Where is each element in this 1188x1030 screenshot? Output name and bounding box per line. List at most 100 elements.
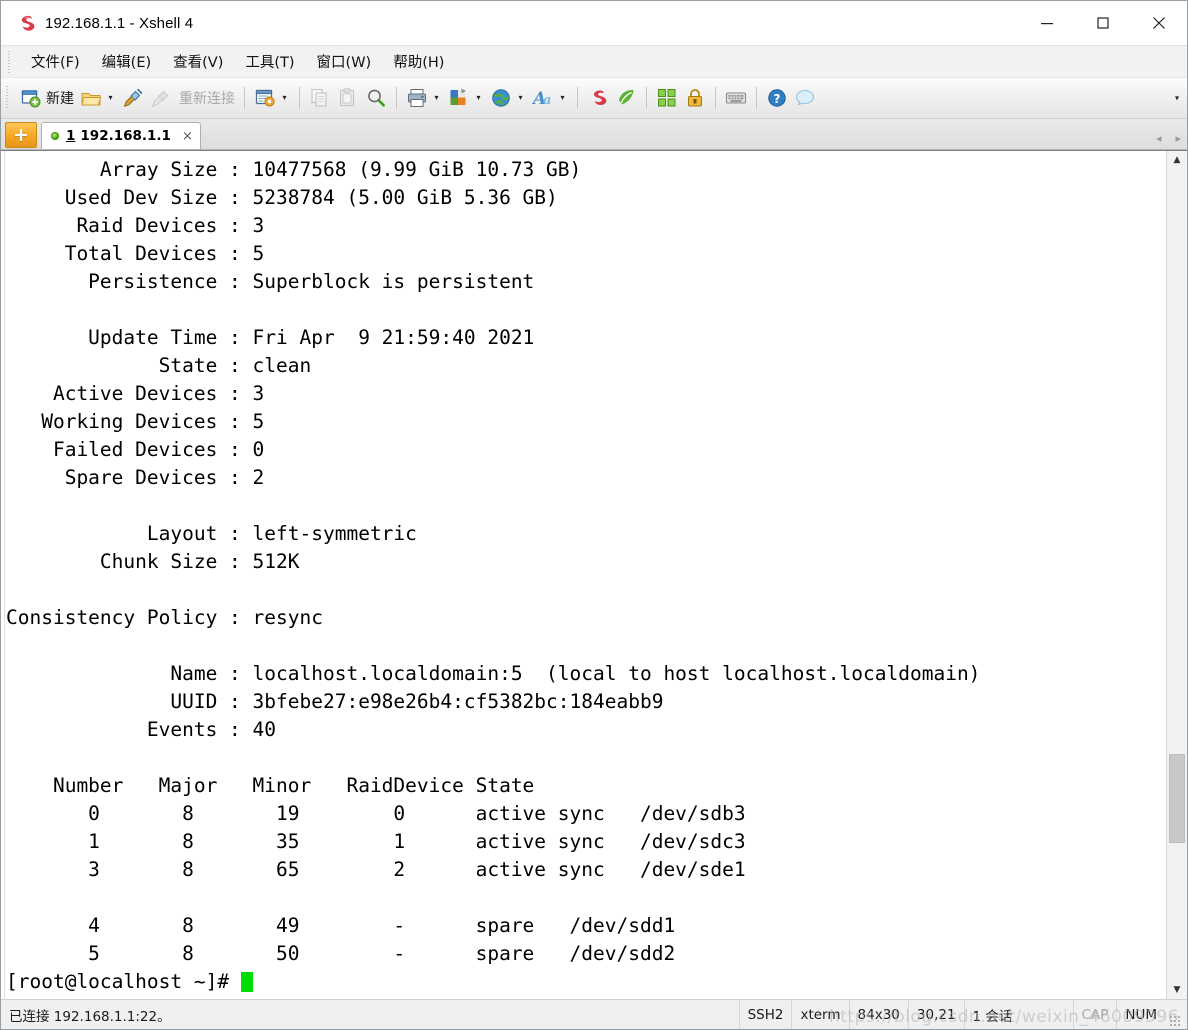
terminal-line: Array Size : 10477568 (9.99 GiB 10.73 GB… <box>6 158 582 181</box>
plug-disconnect-icon <box>150 87 172 109</box>
status-protocol: SSH2 <box>738 1000 792 1029</box>
arrange-button[interactable] <box>653 83 681 113</box>
menu-window[interactable]: 窗口(W) <box>306 47 383 76</box>
new-session-label: 新建 <box>46 91 74 107</box>
tab-strip: + 1 192.168.1.1 × ◂ ▸ <box>1 119 1187 150</box>
toolbar-separator <box>244 87 245 109</box>
terminal-line: 1 8 35 1 active sync /dev/sdc3 <box>6 830 746 853</box>
shell-prompt: [root@localhost ~]# <box>6 970 241 993</box>
toolbar-drag-grip[interactable] <box>5 86 12 110</box>
menu-tools[interactable]: 工具(T) <box>234 47 305 76</box>
connect-button[interactable] <box>119 83 147 113</box>
terminal-line: Working Devices : 5 <box>6 410 265 433</box>
menu-file[interactable]: 文件(F) <box>20 47 91 76</box>
xshell-window: 192.168.1.1 - Xshell 4 文件(F) 编辑(E) 查看(V)… <box>0 0 1188 1030</box>
xshell-logo-icon <box>587 87 609 109</box>
window-resize-grip[interactable] <box>1165 1000 1187 1029</box>
terminal-line: 3 8 65 2 active sync /dev/sde1 <box>6 858 746 881</box>
terminal-line: 0 8 19 0 active sync /dev/sdb3 <box>6 802 746 825</box>
terminal-line: Chunk Size : 512K <box>6 550 300 573</box>
title-bar: 192.168.1.1 - Xshell 4 <box>1 1 1187 45</box>
tab-label: 192.168.1.1 <box>80 128 171 144</box>
paste-button[interactable] <box>334 83 362 113</box>
feedback-button[interactable] <box>791 83 819 113</box>
scrollbar-thumb[interactable] <box>1169 753 1185 843</box>
menu-view[interactable]: 查看(V) <box>162 47 234 76</box>
xshell-logo-icon <box>15 13 35 33</box>
font-caret[interactable]: ▾ <box>557 94 568 102</box>
print-button[interactable]: ▾ <box>403 83 445 113</box>
menu-drag-grip[interactable] <box>7 50 14 73</box>
color-scheme-caret[interactable]: ▾ <box>473 94 484 102</box>
toolbar-overflow-button[interactable]: ▾ <box>1175 94 1179 103</box>
maximize-button[interactable] <box>1075 1 1131 45</box>
minimize-button[interactable] <box>1019 1 1075 45</box>
menu-edit[interactable]: 编辑(E) <box>91 47 162 76</box>
terminal-line: UUID : 3bfebe27:e98e26b4:cf5382bc:184eab… <box>6 690 664 713</box>
scrollbar-track[interactable] <box>1167 169 1187 981</box>
print-caret[interactable]: ▾ <box>431 94 442 102</box>
keyboard-button[interactable] <box>722 83 750 113</box>
tab-index: 1 <box>66 128 76 144</box>
xshell-button[interactable] <box>584 83 612 113</box>
session-properties-caret[interactable]: ▾ <box>279 94 290 102</box>
font-button[interactable]: A a ▾ <box>529 83 571 113</box>
terminal-line: 5 8 50 - spare /dev/sdd2 <box>6 942 676 965</box>
terminal-line: Used Dev Size : 5238784 (5.00 GiB 5.36 G… <box>6 186 558 209</box>
terminal-line: Events : 40 <box>6 718 277 741</box>
svg-text:a: a <box>543 93 551 108</box>
font-a-icon: A a <box>532 87 554 109</box>
tab-scroll-nav: ◂ ▸ <box>1156 133 1181 144</box>
menu-help[interactable]: 帮助(H) <box>382 47 455 76</box>
terminal-cursor <box>240 972 253 992</box>
palette-icon <box>448 87 470 109</box>
paste-icon <box>337 87 359 109</box>
color-scheme-button[interactable]: ▾ <box>445 83 487 113</box>
folder-open-icon <box>80 87 102 109</box>
reconnect-button[interactable]: 重新连接 <box>175 83 238 113</box>
new-session-button[interactable]: 新建 <box>17 83 77 113</box>
open-session-button[interactable]: ▾ <box>77 83 119 113</box>
scroll-down-arrow-icon[interactable]: ▼ <box>1167 981 1187 999</box>
terminal-line: Consistency Policy : resync <box>6 606 323 629</box>
help-question-icon: ? <box>766 87 788 109</box>
terminal-scrollbar[interactable]: ▲ ▼ <box>1166 151 1187 999</box>
copy-button[interactable] <box>306 83 334 113</box>
tab-close-icon[interactable]: × <box>182 130 193 143</box>
tab-scroll-prev-icon[interactable]: ◂ <box>1156 133 1162 144</box>
session-properties-button[interactable]: ▾ <box>251 83 293 113</box>
toolbar-separator <box>756 87 757 109</box>
status-cursor-position: 30,21 <box>907 1000 964 1029</box>
web-button[interactable]: ▾ <box>487 83 529 113</box>
web-caret[interactable]: ▾ <box>515 94 526 102</box>
terminal-lines: Array Size : 10477568 (9.99 GiB 10.73 GB… <box>5 156 1166 968</box>
terminal-line: Persistence : Superblock is persistent <box>6 270 535 293</box>
terminal-line: Active Devices : 3 <box>6 382 265 405</box>
menu-bar: 文件(F) 编辑(E) 查看(V) 工具(T) 窗口(W) 帮助(H) <box>1 45 1187 77</box>
toolbar-separator <box>715 87 716 109</box>
terminal-line: Raid Devices : 3 <box>6 214 265 237</box>
terminal-line: 4 8 49 - spare /dev/sdd1 <box>6 914 676 937</box>
open-session-caret[interactable]: ▾ <box>105 94 116 102</box>
tab-scroll-next-icon[interactable]: ▸ <box>1175 133 1181 144</box>
scroll-up-arrow-icon[interactable]: ▲ <box>1167 151 1187 169</box>
toolbar-separator <box>646 87 647 109</box>
close-button[interactable] <box>1131 1 1187 45</box>
tab-session-1[interactable]: 1 192.168.1.1 × <box>41 122 201 149</box>
terminal-line: Layout : left-symmetric <box>6 522 417 545</box>
status-num-lock: NUM <box>1116 1000 1165 1029</box>
status-session-count: 1 会话 <box>963 1000 1073 1029</box>
terminal-output[interactable]: Array Size : 10477568 (9.99 GiB 10.73 GB… <box>5 151 1166 999</box>
new-tab-button[interactable]: + <box>5 122 37 148</box>
disconnect-button[interactable] <box>147 83 175 113</box>
status-term-type: xterm <box>791 1000 848 1029</box>
window-title: 192.168.1.1 - Xshell 4 <box>45 14 194 32</box>
help-button[interactable]: ? <box>763 83 791 113</box>
find-button[interactable] <box>362 83 390 113</box>
xftp-button[interactable] <box>612 83 640 113</box>
lock-button[interactable] <box>681 83 709 113</box>
